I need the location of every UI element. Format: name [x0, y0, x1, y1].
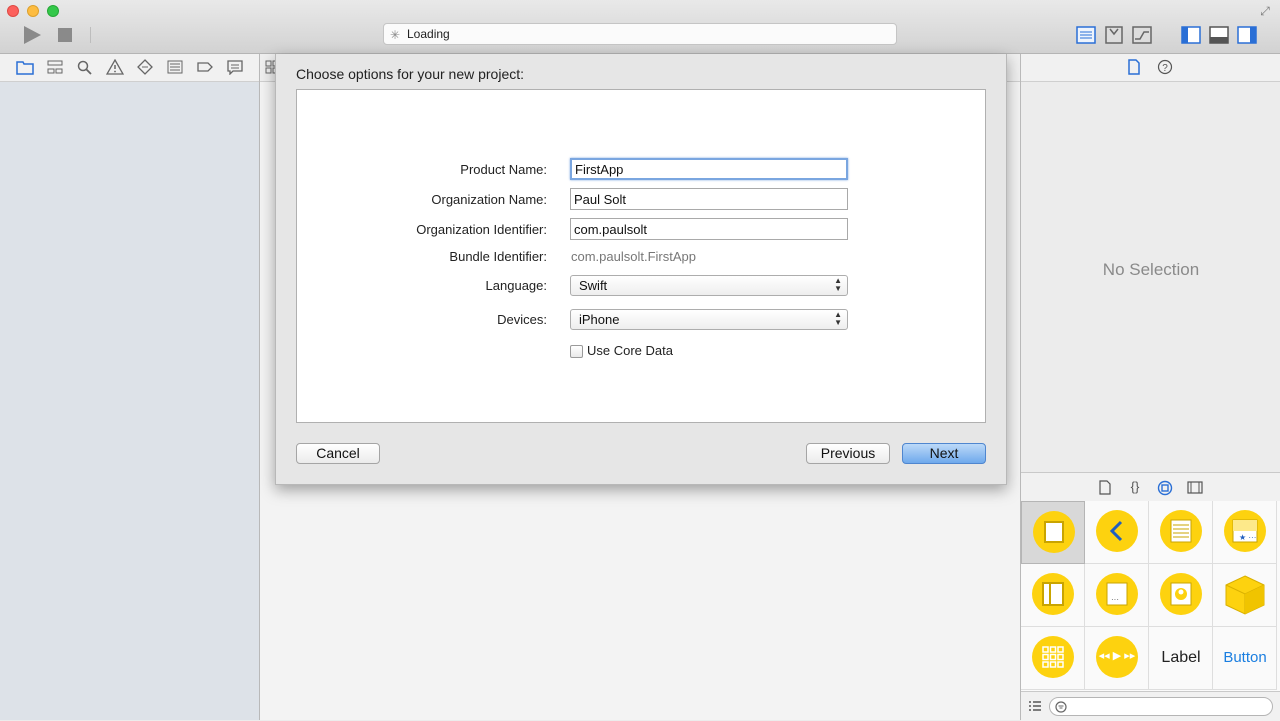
library-item-label[interactable]: Label	[1149, 627, 1213, 690]
breakpoint-icon[interactable]	[196, 59, 214, 75]
close-window-button[interactable]	[7, 5, 19, 17]
toolbar-separator	[90, 27, 91, 43]
library-item-button[interactable]: Button	[1213, 627, 1277, 690]
bundle-identifier-value: com.paulsolt.FirstApp	[571, 249, 696, 264]
language-value: Swift	[579, 278, 608, 293]
collection-view-controller-icon	[1032, 636, 1074, 678]
page-view-controller-icon: ···	[1096, 573, 1138, 615]
object-library-grid: ★ ··· ··· ◂◂ ▶ ▸▸ Label Button	[1021, 501, 1280, 691]
devices-label: Devices:	[497, 312, 547, 327]
use-core-data-checkbox[interactable]	[570, 345, 583, 358]
zoom-window-button[interactable]	[47, 5, 59, 17]
media-library-icon[interactable]	[1187, 480, 1203, 495]
object-icon	[1225, 575, 1265, 615]
cancel-button[interactable]: Cancel	[296, 443, 380, 464]
library-item-page-view-controller[interactable]: ···	[1085, 564, 1149, 627]
av-player-view-controller-icon: ◂◂ ▶ ▸▸	[1096, 636, 1138, 678]
list-view-icon[interactable]	[1028, 700, 1042, 712]
assistant-editor-icon[interactable]	[1103, 26, 1125, 44]
library-item-split-view-controller[interactable]	[1021, 564, 1085, 627]
bundle-identifier-label: Bundle Identifier:	[449, 249, 547, 264]
warning-icon[interactable]	[106, 59, 124, 75]
file-inspector-icon[interactable]	[1127, 59, 1141, 75]
library-item-view-controller[interactable]	[1021, 501, 1085, 564]
organization-identifier-label: Organization Identifier:	[416, 222, 547, 237]
view-controller-icon	[1033, 511, 1075, 553]
activity-status-text: Loading	[407, 27, 450, 41]
navigator-selector-bar	[0, 54, 259, 82]
report-icon[interactable]	[226, 59, 244, 75]
devices-value: iPhone	[579, 312, 620, 327]
fullscreen-icon[interactable]: ⤢	[1258, 4, 1272, 18]
tab-bar-controller-icon: ★ ···	[1224, 510, 1266, 552]
svg-text:?: ?	[1162, 63, 1168, 74]
library-selector-bar: {}	[1021, 472, 1280, 502]
previous-button[interactable]: Previous	[806, 443, 890, 464]
button-item-text: Button	[1223, 649, 1267, 666]
new-project-options-sheet: Choose options for your new project: Pro…	[275, 54, 1007, 485]
utilities-area: ? No Selection {} ★ ··· ··· ◂◂ ▶ ▸▸ Labe…	[1020, 54, 1280, 721]
folder-icon[interactable]	[16, 59, 34, 75]
minimize-window-button[interactable]	[27, 5, 39, 17]
code-snippet-icon[interactable]: {}	[1128, 479, 1142, 494]
organization-name-label: Organization Name:	[431, 192, 547, 207]
sheet-title: Choose options for your new project:	[296, 66, 525, 82]
organization-name-field[interactable]	[570, 188, 848, 210]
organization-identifier-field[interactable]	[570, 218, 848, 240]
devices-popup[interactable]: iPhone ▲ ▼	[570, 309, 848, 330]
utilities-toggle-icon[interactable]	[1236, 26, 1258, 44]
table-view-controller-icon	[1160, 510, 1202, 552]
library-filter-bar	[1021, 691, 1280, 721]
project-navigator	[0, 54, 260, 720]
language-label: Language:	[485, 278, 547, 293]
library-item-object[interactable]	[1213, 564, 1277, 627]
next-button[interactable]: Next	[902, 443, 986, 464]
product-name-label: Product Name:	[460, 162, 547, 177]
debug-icon[interactable]	[166, 59, 184, 75]
inspector-selector-bar: ?	[1021, 54, 1280, 82]
options-form: Product Name: Organization Name: Organiz…	[296, 89, 986, 423]
library-item-glkit-view-controller[interactable]	[1149, 564, 1213, 627]
product-name-field[interactable]	[570, 158, 848, 180]
library-item-tab-bar-controller[interactable]: ★ ···	[1213, 501, 1277, 564]
window-toolbar: ⤢ ✳ Loading	[0, 0, 1280, 54]
library-filter-input[interactable]	[1049, 697, 1273, 716]
library-item-table-view-controller[interactable]	[1149, 501, 1213, 564]
navigator-toggle-icon[interactable]	[1180, 26, 1202, 44]
debug-area-toggle-icon[interactable]	[1208, 26, 1230, 44]
object-library-icon[interactable]	[1157, 480, 1173, 496]
stop-button[interactable]	[57, 27, 73, 43]
language-popup[interactable]: Swift ▲ ▼	[570, 275, 848, 296]
spinner-icon: ✳	[390, 28, 401, 42]
use-core-data-label[interactable]: Use Core Data	[587, 343, 673, 358]
quick-help-icon[interactable]: ?	[1157, 59, 1173, 75]
filter-icon	[1055, 701, 1067, 713]
run-button[interactable]	[21, 25, 43, 45]
svg-text:···: ···	[1111, 595, 1119, 604]
glkit-view-controller-icon	[1160, 573, 1202, 615]
play-icon	[24, 26, 41, 44]
standard-editor-icon[interactable]	[1075, 26, 1097, 44]
label-item-text: Label	[1161, 649, 1201, 666]
svg-text:★ ···: ★ ···	[1239, 533, 1256, 542]
popup-arrows-icon: ▲ ▼	[834, 310, 842, 327]
test-icon[interactable]	[136, 59, 154, 75]
activity-viewer: ✳ Loading	[383, 23, 897, 45]
search-icon[interactable]	[76, 59, 94, 75]
file-template-icon[interactable]	[1098, 480, 1112, 495]
popup-arrows-icon: ▲ ▼	[834, 276, 842, 293]
library-item-navigation-controller[interactable]	[1085, 501, 1149, 564]
stop-icon	[58, 28, 72, 42]
split-view-controller-icon	[1032, 573, 1074, 615]
no-selection-text: No Selection	[1102, 260, 1200, 279]
library-item-av-player-view-controller[interactable]: ◂◂ ▶ ▸▸	[1085, 627, 1149, 690]
version-editor-icon[interactable]	[1131, 26, 1153, 44]
library-item-collection-view-controller[interactable]	[1021, 627, 1085, 690]
hierarchy-icon[interactable]	[46, 59, 64, 75]
navigation-controller-icon	[1096, 510, 1138, 552]
